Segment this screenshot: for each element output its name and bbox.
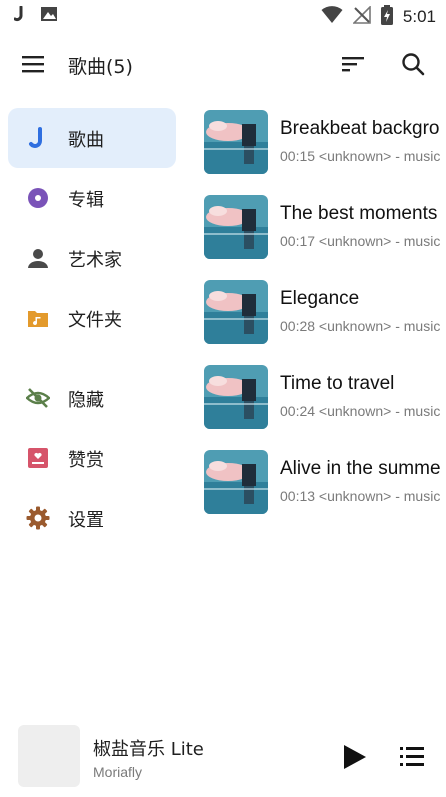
song-meta: 00:28 <unknown> - music: [280, 318, 441, 334]
music-note-icon: [26, 126, 50, 150]
nav-item-label: 文件夹: [68, 310, 122, 331]
nav-item-hidden[interactable]: 隐藏: [8, 368, 176, 428]
eye-off-icon: [25, 386, 51, 410]
song-meta: 00:24 <unknown> - music: [280, 403, 441, 419]
sort-icon[interactable]: [340, 52, 366, 76]
nav-item-label: 隐藏: [68, 390, 104, 411]
search-icon[interactable]: [400, 50, 426, 78]
song-title: The best moments: [280, 203, 438, 224]
nav-item-label: 歌曲: [68, 130, 104, 151]
album-cover-image: [204, 195, 268, 259]
song-meta: 00:13 <unknown> - music: [280, 488, 441, 504]
image-notification-icon: [40, 6, 58, 26]
nav-item-label: 专辑: [68, 190, 104, 211]
song-list-item[interactable]: The best moments 00:17 <unknown> - music: [204, 193, 446, 263]
nav-item-artists[interactable]: 艺术家: [8, 228, 176, 288]
album-cover-image: [204, 450, 268, 514]
nav-item-folders[interactable]: 文件夹: [8, 288, 176, 348]
queue-list-icon[interactable]: [398, 743, 426, 771]
play-icon[interactable]: [340, 743, 368, 771]
person-icon: [26, 246, 50, 270]
song-meta: 00:17 <unknown> - music: [280, 233, 441, 249]
now-playing-artist: Moriafly: [93, 764, 143, 780]
song-title: Breakbeat backgro: [280, 118, 440, 139]
wifi-icon: [321, 6, 343, 28]
gear-icon: [26, 506, 50, 530]
donate-icon: [26, 446, 50, 470]
now-playing-artwork: [18, 725, 80, 787]
nav-item-songs[interactable]: 歌曲: [8, 108, 176, 168]
song-title: Time to travel: [280, 373, 395, 394]
clock: 5:01: [402, 7, 436, 26]
menu-icon[interactable]: [20, 52, 46, 76]
mini-player[interactable]: 椒盐音乐 Lite Moriafly: [0, 715, 446, 797]
song-list-item[interactable]: Time to travel 00:24 <unknown> - music: [204, 363, 446, 433]
battery-charging-icon: [380, 5, 393, 29]
nav-item-albums[interactable]: 专辑: [8, 168, 176, 228]
folder-icon: [26, 306, 50, 330]
album-cover-image: [204, 365, 268, 429]
song-title: Elegance: [280, 288, 360, 309]
song-list-item[interactable]: Breakbeat backgro 00:15 <unknown> - musi…: [204, 108, 446, 178]
song-list-item[interactable]: Elegance 00:28 <unknown> - music: [204, 278, 446, 348]
song-title: Alive in the summe: [280, 458, 441, 479]
no-signal-icon: [351, 5, 371, 28]
now-playing-title: 椒盐音乐 Lite: [93, 739, 204, 760]
album-cover-image: [204, 110, 268, 174]
notification-j-icon: [13, 5, 26, 26]
page-title: 歌曲(5): [68, 56, 133, 78]
nav-item-label: 艺术家: [68, 250, 122, 271]
song-list-item[interactable]: Alive in the summe 00:13 <unknown> - mus…: [204, 448, 446, 518]
app-bar: 歌曲(5): [0, 40, 446, 88]
nav-item-settings[interactable]: 设置: [8, 488, 176, 548]
nav-item-donate[interactable]: 赞赏: [8, 428, 176, 488]
nav-item-label: 设置: [68, 510, 104, 531]
album-icon: [26, 186, 50, 210]
album-cover-image: [204, 280, 268, 344]
song-meta: 00:15 <unknown> - music: [280, 148, 441, 164]
nav-item-label: 赞赏: [68, 450, 104, 471]
status-bar: 5:01: [0, 0, 446, 30]
